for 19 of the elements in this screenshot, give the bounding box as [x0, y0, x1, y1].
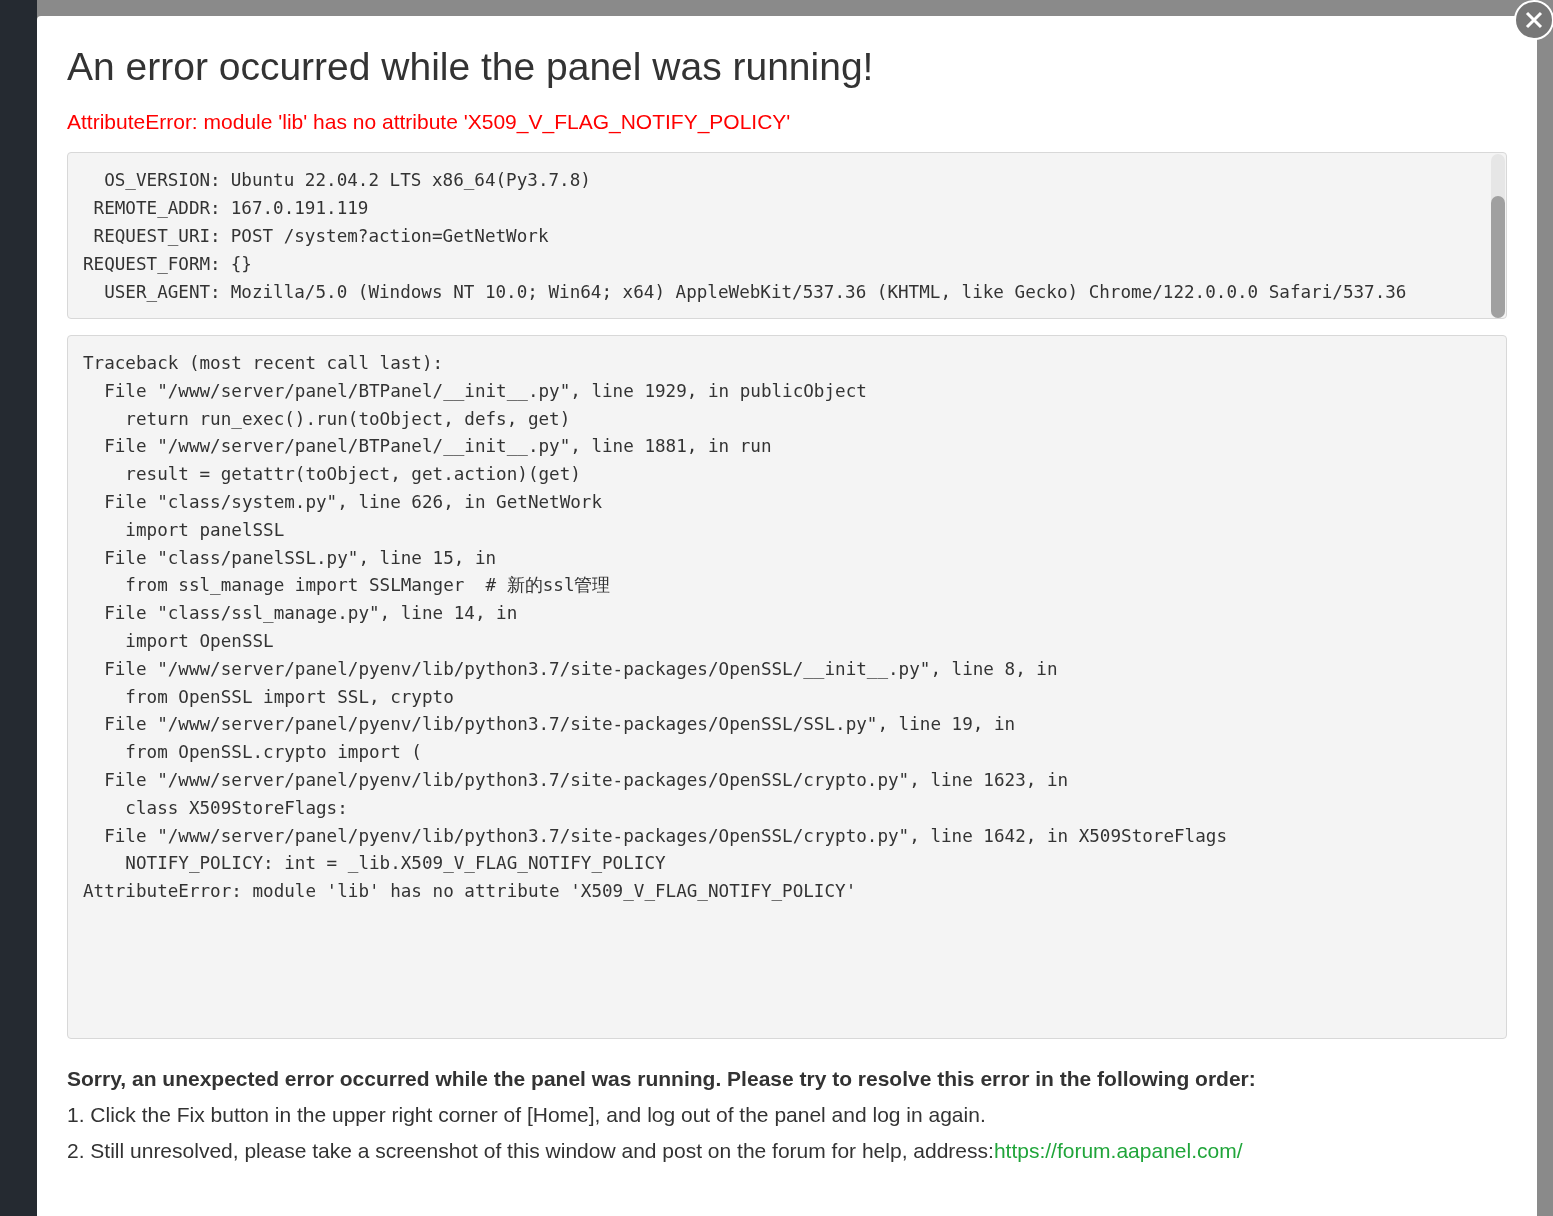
error-message: AttributeError: module 'lib' has no attribute 'X509_V_FLAG_NOTIFY_POLICY' — [67, 110, 792, 134]
info-label: REQUEST_URI: — [92, 225, 221, 248]
info-value: {} — [230, 253, 253, 276]
info-label: OS_VERSION: — [103, 169, 221, 192]
info-label: USER_AGENT: — [103, 281, 221, 304]
help-heading: Sorry, an unexpected error occurred while the panel was running. Please try to resolve this error in the following order: — [67, 1066, 1257, 1092]
info-value: Mozilla/5.0 (Windows NT 10.0; Win64; x64) AppleWebKit/537.36 (KHTML, like Gecko) Chrome/122.0.0.0 Safari/537.36 — [230, 281, 1408, 304]
help-step: 1. Click the Fix button in the upper right corner of [Home], and log out of the panel and log in again. — [67, 1097, 1507, 1133]
info-label: REMOTE_ADDR: — [92, 197, 221, 220]
forum-link[interactable]: https://forum.aapanel.com/ — [993, 1139, 1243, 1162]
info-label: REQUEST_FORM: — [83, 253, 221, 276]
close-icon — [1525, 11, 1543, 29]
info-value: POST /system?action=GetNetWork — [230, 225, 550, 248]
info-value: 167.0.191.119 — [230, 197, 370, 220]
traceback-text: Traceback (most recent call last): File "/www/server/panel/BTPanel/__init__.py", line 1929, in publicObject return run_exec().run(toObject, defs, get) File "/www/server/panel/BTPanel/__init__.py", line 1881, in run result = getattr(toObject, get.action)(get) File "class/system.py", line 626, in GetNetWork import panelSSL File "class/panelSSL.py", line 15, in from ssl_manage import SSLManger # 新的ssl管理 File "class/ssl_manage.py", line 14, in import OpenSSL File "/www/server/panel/pyenv/lib/python3.7/site-packages/OpenSSL/__init__.py", line 8, in from OpenSSL import SSL, crypto File "/www/server/panel/pyenv/lib/python3.7/site-packages/OpenSSL/SSL.py", line 19, in from OpenSSL.crypto import ( File "/www/server/panel/pyenv/lib/python3.7/site-packages/OpenSSL/crypto.py", line 1623, in class X509StoreFlags: File "/www/server/panel/pyenv/lib/python3.7/site-packages/OpenSSL/crypto.py", line 1642, in X509StoreFlags NOTIFY_POLICY: int = _lib.X509_V_FLAG_NOTIFY_POLICY AttributeError: module 'lib' has no attribute 'X509_V_FLAG_NOTIFY_POLICY' — [82, 352, 1228, 904]
info-value: Ubuntu 22.04.2 LTS x86_64(Py3.7.8) — [230, 169, 592, 192]
help-step: 2. Still unresolved, please take a screenshot of this window and post on the forum for help, address:https://forum.aapanel.com/ — [67, 1133, 1507, 1169]
dialog-title: An error occurred while the panel was running! — [67, 44, 875, 90]
scrollbar[interactable] — [1491, 154, 1505, 318]
